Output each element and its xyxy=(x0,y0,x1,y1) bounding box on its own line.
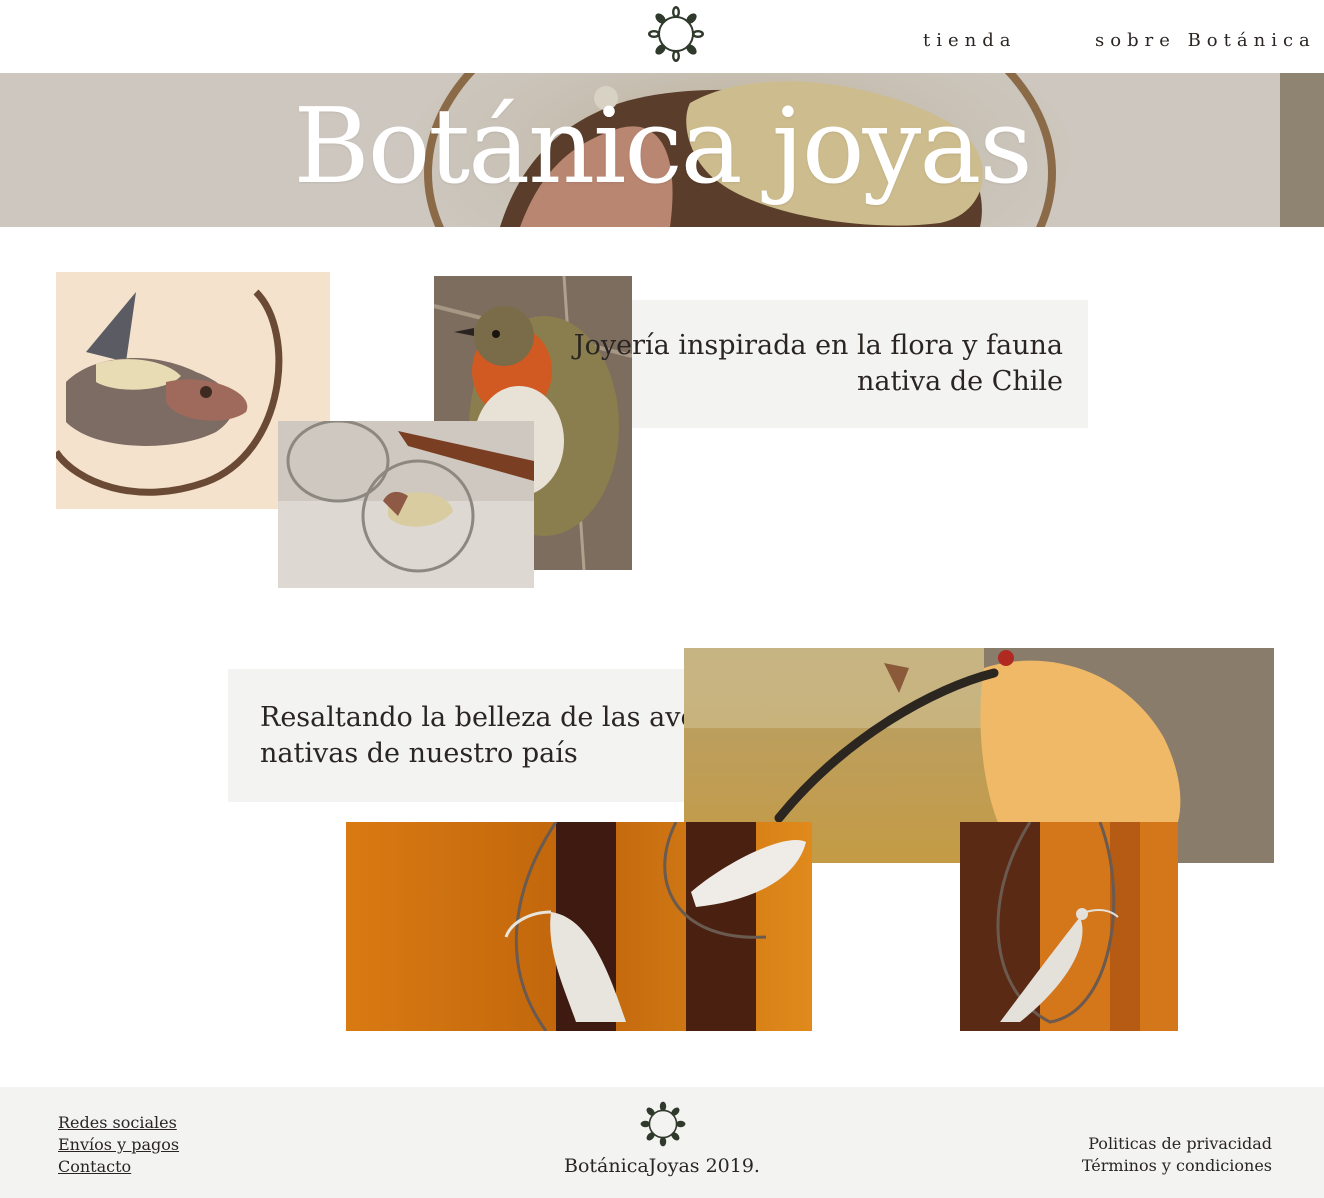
earring-bird-photo-2 xyxy=(278,421,534,588)
section1-text-line1: Joyería inspirada en la flora y fauna xyxy=(573,330,1063,361)
ibis-earring-photo-2 xyxy=(960,822,1178,1031)
section2-text-line2: nativas de nuestro país xyxy=(260,738,578,769)
section1-text-line2: nativa de Chile xyxy=(856,366,1063,397)
wreath-logo-icon[interactable] xyxy=(646,4,706,64)
nav-link-sobre-botanica[interactable]: sobre Botánica xyxy=(1095,30,1316,51)
footer-wreath-logo-icon xyxy=(639,1100,687,1148)
footer-link-redes-sociales[interactable]: Redes sociales xyxy=(58,1113,177,1132)
hero-banner: Botánica joyas xyxy=(0,73,1324,227)
section1-text-panel: Joyería inspirada en la flora y fauna na… xyxy=(574,300,1088,428)
ibis-earring-photo-1 xyxy=(346,822,812,1031)
footer-link-envios-pagos[interactable]: Envíos y pagos xyxy=(58,1135,179,1154)
footer-link-politicas[interactable]: Politicas de privacidad xyxy=(1082,1133,1272,1155)
section2-text-line1: Resaltando la belleza de las aves xyxy=(260,702,711,733)
nav-link-tienda[interactable]: tienda xyxy=(923,30,1017,51)
hero-title: Botánica joyas xyxy=(293,85,1032,207)
section2-text-panel: Resaltando la belleza de las aves nativa… xyxy=(228,669,710,802)
site-footer: Redes sociales Envíos y pagos Contacto B… xyxy=(0,1087,1324,1198)
site-header: tienda sobre Botánica xyxy=(0,0,1324,73)
footer-link-terminos[interactable]: Términos y condiciones xyxy=(1082,1155,1272,1177)
